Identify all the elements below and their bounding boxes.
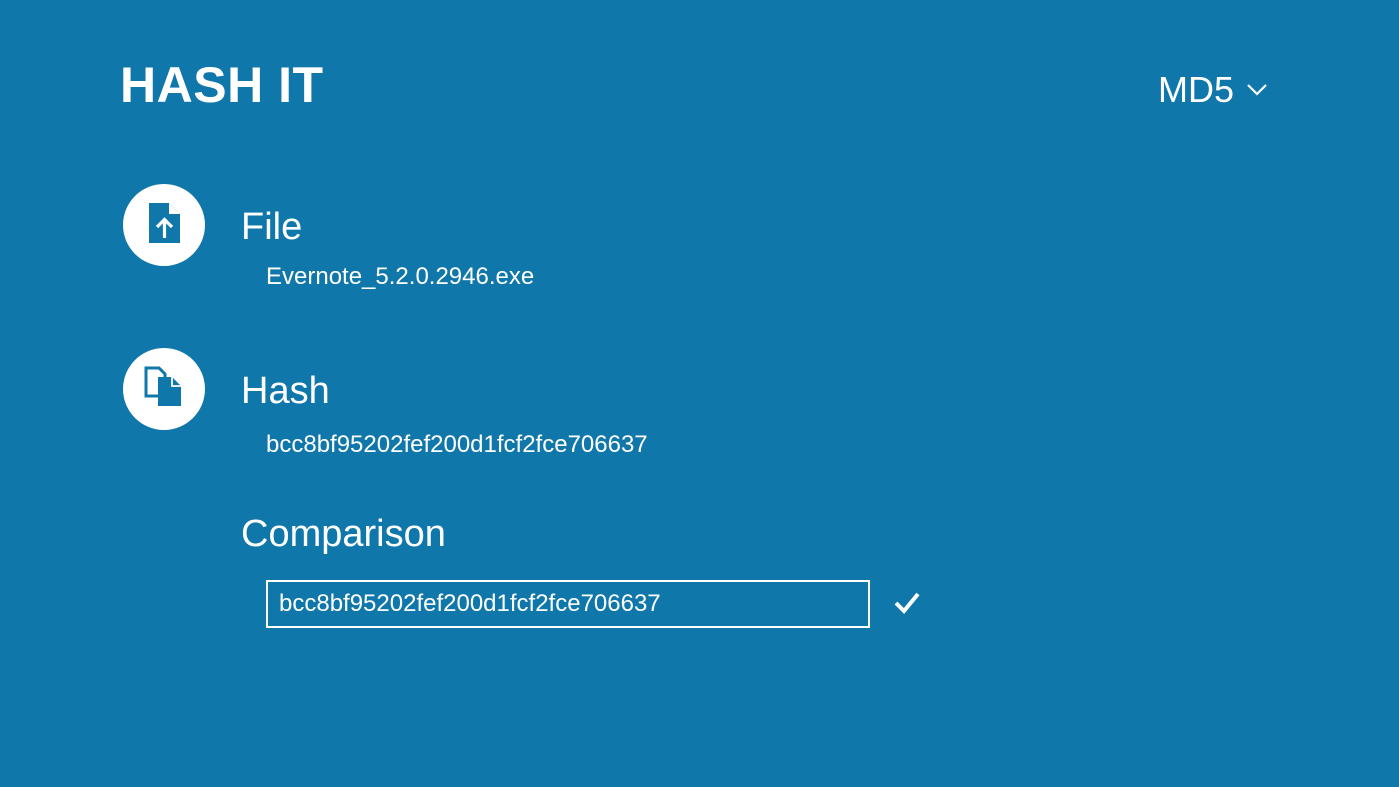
- file-upload-icon: [147, 202, 181, 249]
- open-file-button[interactable]: [123, 184, 205, 266]
- hash-value: bcc8bf95202fef200d1fcf2fce706637: [266, 431, 648, 458]
- file-heading: File: [241, 206, 303, 248]
- copy-hash-button[interactable]: [123, 348, 205, 430]
- file-name: Evernote_5.2.0.2946.exe: [266, 263, 535, 290]
- chevron-down-icon: [1246, 79, 1268, 101]
- checkmark-icon: [893, 590, 921, 616]
- hash-heading: Hash: [241, 370, 330, 412]
- comparison-heading: Comparison: [241, 513, 446, 555]
- app-title: HASH IT: [120, 57, 324, 113]
- algorithm-selected-label: MD5: [1158, 69, 1235, 110]
- copy-icon: [144, 366, 184, 413]
- algorithm-dropdown[interactable]: MD5: [1158, 68, 1268, 112]
- comparison-input[interactable]: [266, 580, 870, 628]
